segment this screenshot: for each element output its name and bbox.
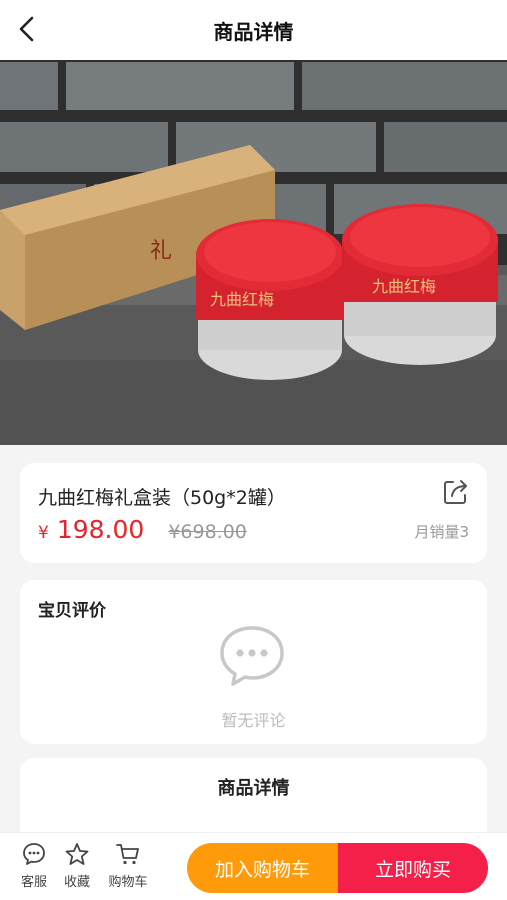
reviews-title: 宝贝评价 (38, 601, 106, 621)
original-price: ¥698.00 (168, 521, 247, 543)
monthly-sales: 月销量3 (414, 523, 469, 541)
product-info-card: 九曲红梅礼盒装（50g*2罐） ¥ 198.00 ¥698.00 月销量3 (20, 463, 487, 563)
chat-icon (23, 843, 45, 865)
share-button[interactable] (441, 477, 471, 507)
page-title: 商品详情 (213, 19, 294, 44)
buy-now-button[interactable]: 立即购买 (338, 843, 488, 893)
price-row: ¥ 198.00 ¥698.00 (38, 515, 247, 544)
favorite-label: 收藏 (63, 875, 90, 890)
no-reviews-text: 暂无评论 (221, 711, 286, 730)
favorite-button[interactable]: 收藏 (52, 841, 102, 893)
svg-text:礼: 礼 (150, 239, 172, 264)
cart-icon (116, 844, 139, 865)
star-icon (65, 843, 89, 865)
svg-text:九曲红梅: 九曲红梅 (372, 277, 436, 296)
product-name: 九曲红梅礼盒装（50g*2罐） (38, 487, 286, 509)
add-to-cart-button[interactable]: 加入购物车 (187, 843, 338, 893)
nav-bar: 商品详情 (0, 0, 507, 60)
bottom-action-bar: 客服 收藏 购物车 加入购物车 立即购买 (0, 832, 507, 900)
current-price: 198.00 (56, 515, 145, 544)
reviews-card: 宝贝评价 暂无评论 (20, 580, 487, 744)
cart-button[interactable]: 购物车 (102, 841, 154, 893)
share-icon (444, 480, 467, 504)
cart-label: 购物车 (108, 875, 148, 890)
detail-title: 商品详情 (217, 778, 290, 799)
back-icon (19, 16, 34, 42)
chat-bubble-icon (220, 626, 284, 686)
currency-symbol: ¥ (38, 523, 49, 543)
svg-text:九曲红梅: 九曲红梅 (210, 290, 274, 309)
product-image[interactable]: 礼 九曲红梅 九曲红梅 (0, 60, 507, 445)
back-button[interactable] (12, 14, 42, 44)
